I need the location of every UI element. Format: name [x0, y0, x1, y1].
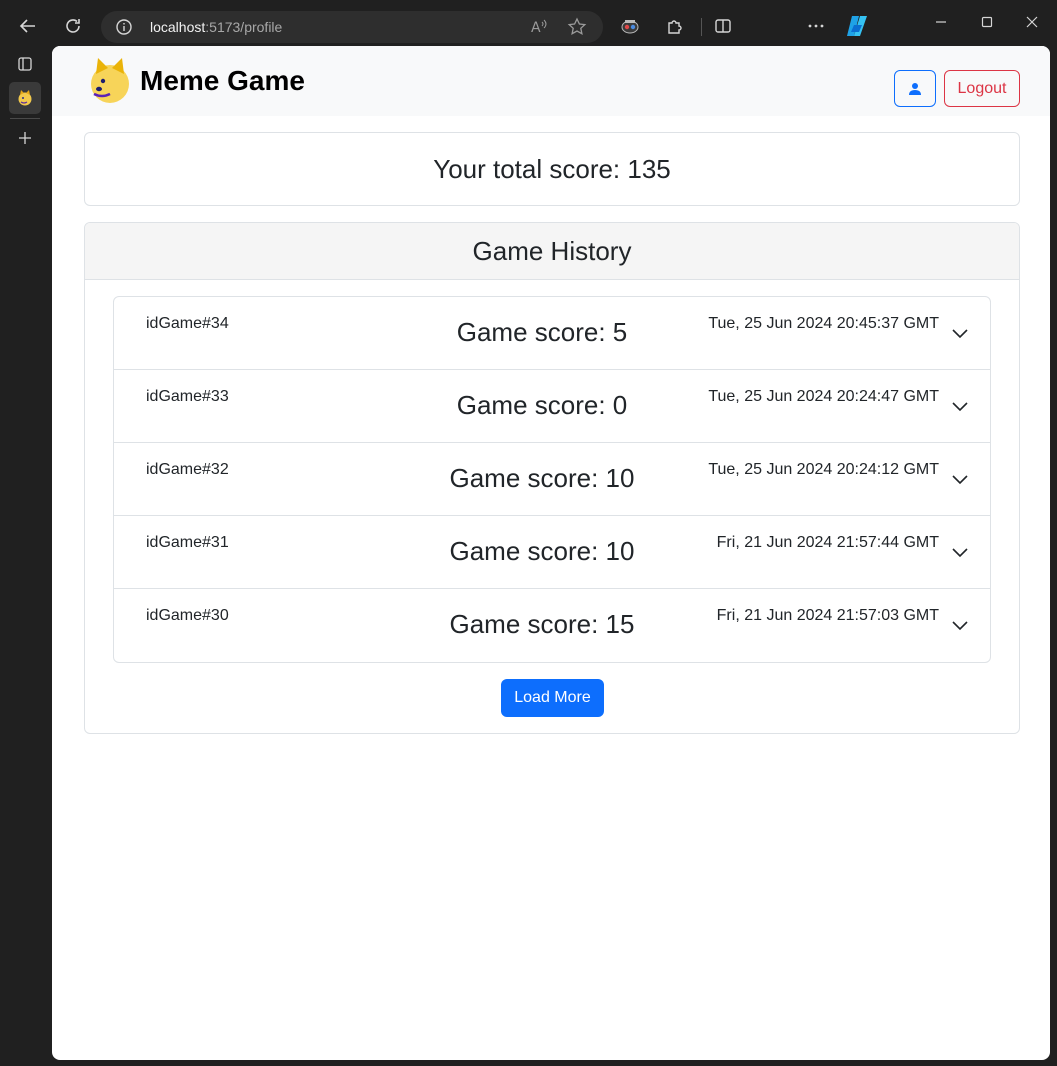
maximize-icon [981, 16, 993, 28]
tab-actions-icon [18, 57, 32, 71]
close-window-button[interactable] [1012, 10, 1052, 34]
game-id: idGame#30 [146, 607, 229, 624]
split-screen-button[interactable] [707, 10, 739, 42]
total-score-text: Your total score: 135 [433, 153, 671, 184]
vertical-tabs-sidebar [0, 50, 52, 1066]
game-score: Game score: 10 [449, 463, 635, 493]
game-history-item[interactable]: idGame#32 Game score: 10 Tue, 25 Jun 202… [114, 443, 990, 516]
game-history-header: Game History [85, 223, 1019, 280]
chevron-down-icon[interactable] [950, 469, 970, 489]
svg-text:A: A [531, 20, 541, 36]
game-history-card: Game History idGame#34 Game score: 5 Tue… [84, 222, 1020, 734]
brand-title[interactable]: Meme Game [140, 65, 305, 97]
game-score: Game score: 15 [449, 609, 635, 639]
reload-icon [66, 19, 80, 33]
chevron-down-icon[interactable] [950, 615, 970, 635]
back-button[interactable] [12, 10, 44, 42]
total-score-card: Your total score: 135 [84, 132, 1020, 206]
browser-toolbar: localhost:5173/profile A [0, 0, 1057, 50]
load-more-button[interactable]: Load More [501, 679, 604, 717]
site-info-icon[interactable] [115, 18, 133, 36]
game-history-item[interactable]: idGame#34 Game score: 5 Tue, 25 Jun 2024… [114, 297, 990, 370]
copilot-icon [847, 16, 867, 36]
game-date: Fri, 21 Jun 2024 21:57:44 GMT [716, 534, 939, 551]
plus-icon [19, 132, 31, 144]
game-id: idGame#33 [146, 388, 229, 405]
sidebar-divider [10, 118, 40, 119]
game-history-item[interactable]: idGame#31 Game score: 10 Fri, 21 Jun 202… [114, 516, 990, 589]
url-path: :5173/profile [205, 19, 283, 35]
maximize-button[interactable] [967, 10, 1007, 34]
address-url[interactable]: localhost:5173/profile [150, 19, 282, 35]
game-score: Game score: 0 [456, 390, 628, 420]
game-id: idGame#31 [146, 534, 229, 551]
game-history-title: Game History [472, 235, 632, 266]
game-date: Tue, 25 Jun 2024 20:24:12 GMT [708, 461, 939, 478]
navbar: Meme Game Logout [52, 46, 1050, 116]
extension-button[interactable] [614, 10, 646, 42]
game-score: Game score: 5 [456, 317, 628, 347]
toolbar-divider [701, 18, 702, 36]
read-aloud-icon[interactable]: A [529, 17, 549, 37]
game-score: Game score: 10 [449, 536, 635, 566]
game-history-accordion: idGame#34 Game score: 5 Tue, 25 Jun 2024… [113, 296, 991, 663]
game-id: idGame#34 [146, 315, 229, 332]
tab-actions-button[interactable] [9, 48, 41, 80]
more-dots-icon [808, 24, 824, 28]
game-date: Tue, 25 Jun 2024 20:45:37 GMT [708, 315, 939, 332]
window-edge [1050, 46, 1057, 1066]
web-page: Meme Game Logout Your total score: 135 G… [52, 46, 1050, 1060]
logout-button[interactable]: Logout [944, 70, 1020, 107]
copilot-button[interactable] [841, 10, 873, 42]
profile-button[interactable] [894, 70, 936, 107]
game-date: Fri, 21 Jun 2024 21:57:03 GMT [716, 607, 939, 624]
close-icon [1026, 16, 1038, 28]
game-id: idGame#32 [146, 461, 229, 478]
favorite-star-icon[interactable] [567, 17, 587, 37]
chevron-down-icon[interactable] [950, 396, 970, 416]
chevron-down-icon[interactable] [950, 323, 970, 343]
url-host: localhost [150, 19, 206, 35]
extensions-button[interactable] [659, 10, 691, 42]
window-edge [52, 1060, 1050, 1066]
game-date: Tue, 25 Jun 2024 20:24:47 GMT [708, 388, 939, 405]
reload-button[interactable] [57, 10, 89, 42]
tab-meme-game[interactable] [9, 82, 41, 114]
game-history-item[interactable]: idGame#33 Game score: 0 Tue, 25 Jun 2024… [114, 370, 990, 443]
new-tab-button[interactable] [9, 122, 41, 154]
user-icon [909, 82, 921, 95]
more-options-button[interactable] [800, 10, 832, 42]
puzzle-icon [668, 20, 682, 34]
game-history-item[interactable]: idGame#30 Game score: 15 Fri, 21 Jun 202… [114, 589, 990, 662]
address-bar[interactable]: localhost:5173/profile A [101, 11, 603, 43]
extension-mask-icon [621, 20, 639, 34]
doge-favicon-icon [18, 90, 32, 106]
doge-logo-icon[interactable] [88, 56, 132, 104]
back-arrow-icon [19, 19, 35, 33]
minimize-button[interactable] [921, 10, 961, 34]
split-screen-icon [715, 19, 731, 33]
chevron-down-icon[interactable] [950, 542, 970, 562]
minimize-icon [936, 21, 946, 23]
